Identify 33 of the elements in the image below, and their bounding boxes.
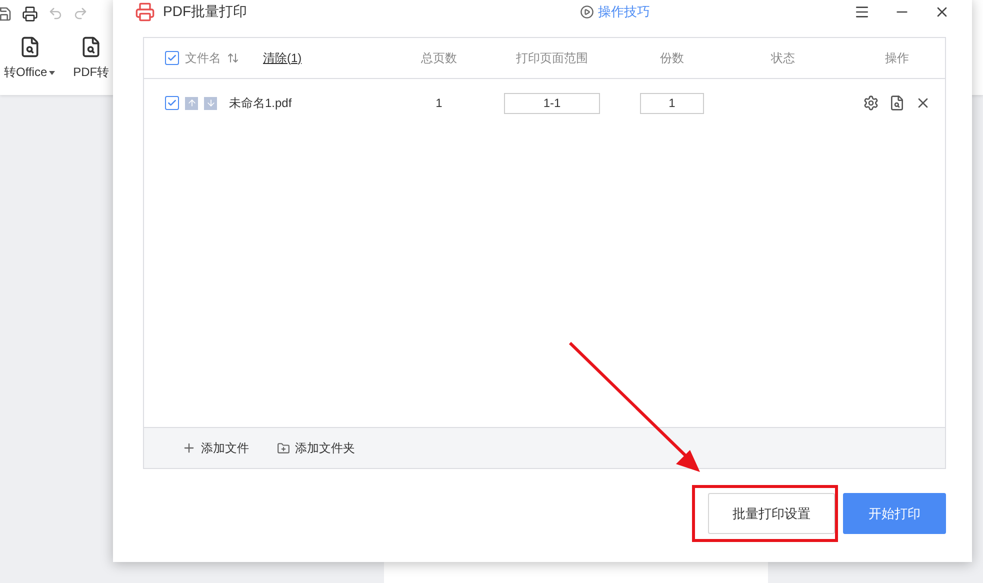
column-header: 打印页面范围 xyxy=(515,50,589,66)
printer-icon xyxy=(135,2,155,22)
page-count: 1 xyxy=(434,96,444,110)
play-icon[interactable] xyxy=(580,5,594,19)
column-header: 操作 xyxy=(884,50,910,66)
file-name: 未命名1.pdf xyxy=(229,94,292,112)
settings-icon[interactable] xyxy=(863,95,879,111)
select-all-checkbox[interactable] xyxy=(165,51,179,65)
print-icon[interactable] xyxy=(22,6,38,22)
plus-icon xyxy=(182,441,196,455)
column-header: 状态 xyxy=(770,50,796,66)
sort-icon[interactable] xyxy=(227,52,239,64)
check-icon xyxy=(167,98,177,108)
column-header: 文件名 xyxy=(185,50,221,66)
copies-field[interactable]: 1 xyxy=(640,92,704,114)
column-header: 份数 xyxy=(659,50,685,66)
menu-icon[interactable] xyxy=(854,4,870,20)
add-folder-button[interactable]: 添加文件夹 xyxy=(277,440,355,456)
save-icon[interactable] xyxy=(0,6,12,22)
batch-settings-button[interactable]: 批量打印设置 xyxy=(708,493,835,534)
check-icon xyxy=(167,53,177,63)
clear-link[interactable]: 清除(1) xyxy=(263,50,302,66)
toolbar-button[interactable]: PDF转 xyxy=(73,64,110,81)
row-checkbox[interactable] xyxy=(165,96,179,110)
folder-plus-icon xyxy=(277,442,290,454)
page-range-field[interactable]: 1-1 xyxy=(504,92,600,114)
column-header: 总页数 xyxy=(420,50,458,66)
window-title: PDF批量打印 xyxy=(163,3,247,21)
document-icon xyxy=(80,36,102,58)
caret-icon[interactable] xyxy=(49,70,56,74)
toolbar-button[interactable]: 转Office xyxy=(4,64,48,81)
add-file-button[interactable]: 添加文件 xyxy=(182,440,249,456)
preview-icon[interactable] xyxy=(889,95,905,111)
